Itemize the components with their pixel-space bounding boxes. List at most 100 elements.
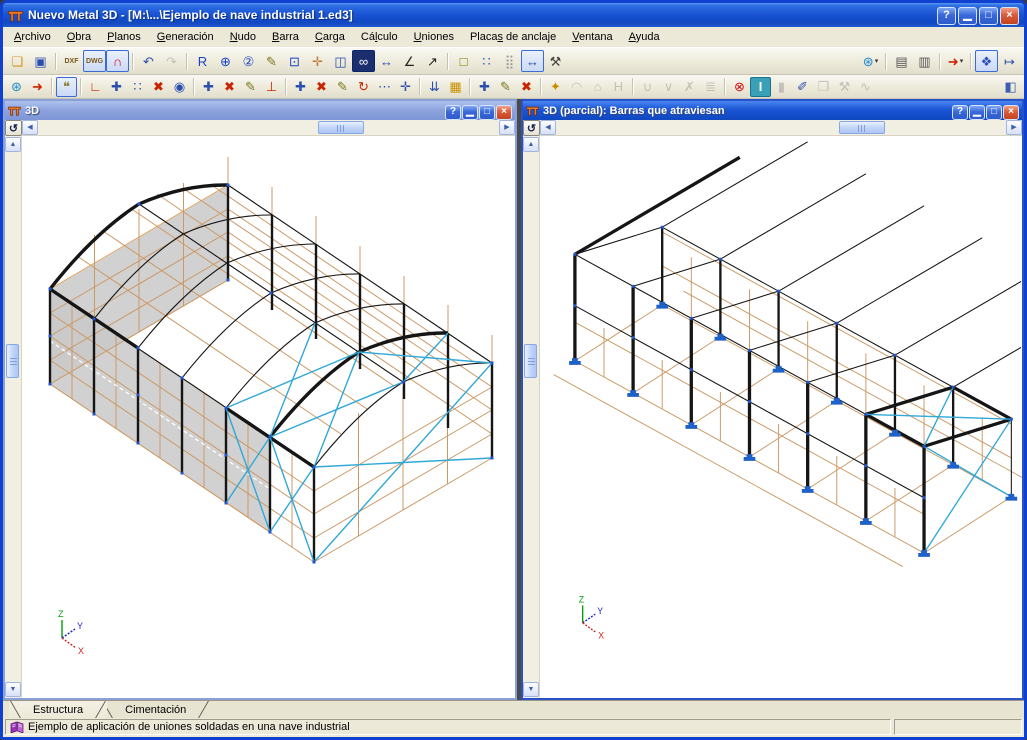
- app-close-button[interactable]: ×: [1000, 6, 1019, 25]
- block-tools-button[interactable]: ⚒: [834, 77, 855, 97]
- print-button[interactable]: ▤: [890, 50, 913, 72]
- globe-internet-button[interactable]: ⊛: [6, 77, 27, 97]
- bars-verify-button[interactable]: ✗: [679, 77, 700, 97]
- bar-rotate-button[interactable]: ↻: [353, 77, 374, 97]
- bar-delete-button[interactable]: ✖: [311, 77, 332, 97]
- save-file-button[interactable]: ▣: [29, 50, 52, 72]
- measure-coords-button[interactable]: ↗: [421, 50, 444, 72]
- selection-dotted-button[interactable]: ∷: [127, 77, 148, 97]
- dimensions-view-button[interactable]: ↔: [521, 50, 544, 72]
- export-file-button[interactable]: ➜ ▾: [944, 50, 967, 72]
- visibility-eye-button[interactable]: ◉: [169, 77, 190, 97]
- window-config-button[interactable]: ❖: [975, 50, 998, 72]
- bar-new-button[interactable]: ✚: [290, 77, 311, 97]
- menu-obra[interactable]: Obra: [59, 28, 99, 46]
- window-3d-help-button[interactable]: ?: [445, 104, 461, 120]
- menu-carga[interactable]: Carga: [307, 28, 353, 46]
- scroll-down-button[interactable]: ▼: [523, 682, 539, 697]
- loads-introduce-button[interactable]: ⇊: [424, 77, 445, 97]
- union-arc-button[interactable]: ◠: [566, 77, 587, 97]
- profile-h-button[interactable]: H: [608, 77, 629, 97]
- vertical-scroll-thumb[interactable]: [524, 343, 537, 378]
- truss-down-button[interactable]: ∪: [637, 77, 658, 97]
- zoom-window-button[interactable]: ⊡: [283, 50, 306, 72]
- scroll-left-button[interactable]: ◀: [540, 120, 556, 135]
- menu-placas-de-anclaje[interactable]: Placas de anclaje: [462, 28, 564, 46]
- structure-3d-partial-canvas[interactable]: Z Y X: [540, 136, 1022, 698]
- loads-dumper-button[interactable]: ▦: [445, 77, 466, 97]
- export-file-dropdown-arrow-icon[interactable]: ▾: [960, 57, 964, 65]
- window-print-button[interactable]: ◫: [329, 50, 352, 72]
- window-3d-partial-minimize-button[interactable]: ▁: [969, 104, 985, 120]
- mark-zone-button[interactable]: ✎: [260, 50, 283, 72]
- open-file-button[interactable]: ❏: [6, 50, 29, 72]
- dimension-add-button[interactable]: ✚: [106, 77, 127, 97]
- structure-3d-canvas[interactable]: Z Y X: [22, 136, 515, 698]
- app-maximize-button[interactable]: □: [979, 6, 998, 25]
- load-edit-button[interactable]: ✎: [495, 77, 516, 97]
- search-elements-button[interactable]: ∞: [352, 50, 375, 72]
- app-help-button[interactable]: ?: [937, 6, 956, 25]
- export-to-disk-button[interactable]: ➜: [27, 77, 48, 97]
- web-services-dropdown-arrow-icon[interactable]: ▾: [875, 57, 879, 65]
- app-minimize-button[interactable]: ▁: [958, 6, 977, 25]
- window-3d-partial-close-button[interactable]: ×: [1003, 104, 1019, 120]
- origin-axes-button[interactable]: ∟: [85, 77, 106, 97]
- beam-copy-button[interactable]: ▮: [771, 77, 792, 97]
- measure-distance-button[interactable]: ↔: [375, 50, 398, 72]
- tools-options-button[interactable]: ⚒: [544, 50, 567, 72]
- window-3d-close-button[interactable]: ×: [496, 104, 512, 120]
- node-edit-button[interactable]: ✎: [240, 77, 261, 97]
- menu-calculo[interactable]: Cálculo: [353, 28, 406, 46]
- region-rectangle-button[interactable]: □: [452, 50, 475, 72]
- rotate-view-button[interactable]: ↺: [5, 120, 22, 136]
- block-copy-button[interactable]: ❒: [813, 77, 834, 97]
- menu-generacion[interactable]: Generación: [149, 28, 222, 46]
- scroll-left-button[interactable]: ◀: [22, 120, 38, 135]
- window-3d-titlebar[interactable]: 3D ? ▁ □ ×: [5, 101, 515, 120]
- window-3d-minimize-button[interactable]: ▁: [462, 104, 478, 120]
- region-polygon-button[interactable]: ∷: [475, 50, 498, 72]
- undo-button[interactable]: ↶: [137, 50, 160, 72]
- menu-barra[interactable]: Barra: [264, 28, 307, 46]
- node-new-button[interactable]: ✚: [198, 77, 219, 97]
- load-new-button[interactable]: ✚: [474, 77, 495, 97]
- menu-ayuda[interactable]: Ayuda: [621, 28, 668, 46]
- node-delete-button[interactable]: ✖: [219, 77, 240, 97]
- connection-plug-button[interactable]: ∿: [855, 77, 876, 97]
- union-wand-button[interactable]: ✦: [545, 77, 566, 97]
- node-support-button[interactable]: ⊥: [261, 77, 282, 97]
- vertical-scroll-thumb[interactable]: [6, 343, 19, 378]
- dxf-dwg-layers-button[interactable]: DWG: [83, 50, 106, 72]
- scroll-up-button[interactable]: ▲: [523, 137, 539, 152]
- scroll-up-button[interactable]: ▲: [5, 137, 21, 152]
- tab-cimentacion[interactable]: Cimentación: [101, 701, 210, 718]
- horizontal-scroll-thumb[interactable]: [317, 121, 364, 134]
- menu-planos[interactable]: Planos: [99, 28, 149, 46]
- beam-edit-button[interactable]: ✐: [792, 77, 813, 97]
- scroll-right-button[interactable]: ▶: [1006, 120, 1022, 135]
- scroll-right-button[interactable]: ▶: [499, 120, 515, 135]
- vertical-scrollbar[interactable]: ▲ ▼: [5, 136, 22, 698]
- export-calculation-button[interactable]: ◧: [1000, 77, 1021, 97]
- union-gable-button[interactable]: ⌂: [587, 77, 608, 97]
- menu-uniones[interactable]: Uniones: [406, 28, 462, 46]
- snap-magnet-button[interactable]: ∩: [106, 50, 129, 72]
- selection-delete-button[interactable]: ✖: [148, 77, 169, 97]
- zoom-extents-button[interactable]: ⊕: [214, 50, 237, 72]
- redo-button[interactable]: ↷: [160, 50, 183, 72]
- comment-note-button[interactable]: ❝: [56, 76, 77, 97]
- bar-divide-button[interactable]: ⋯: [374, 77, 395, 97]
- load-delete-button[interactable]: ✖: [516, 77, 537, 97]
- rotate-view-button[interactable]: ↺: [523, 120, 540, 136]
- window-3d-partial-titlebar[interactable]: 3D (parcial): Barras que atraviesan ? ▁ □ ×: [523, 101, 1022, 120]
- scroll-down-button[interactable]: ▼: [5, 682, 21, 697]
- window-3d-partial-help-button[interactable]: ?: [952, 104, 968, 120]
- truss-up-button[interactable]: ∨: [658, 77, 679, 97]
- pan-view-button[interactable]: ✛: [306, 50, 329, 72]
- dxf-dwg-view-button[interactable]: DXF: [60, 50, 83, 72]
- tab-estructura[interactable]: Estructura: [9, 701, 108, 718]
- window-3d-partial-maximize-button[interactable]: □: [986, 104, 1002, 120]
- horizontal-scroll-thumb[interactable]: [838, 121, 885, 134]
- horizontal-scrollbar[interactable]: ◀ ▶: [540, 120, 1022, 136]
